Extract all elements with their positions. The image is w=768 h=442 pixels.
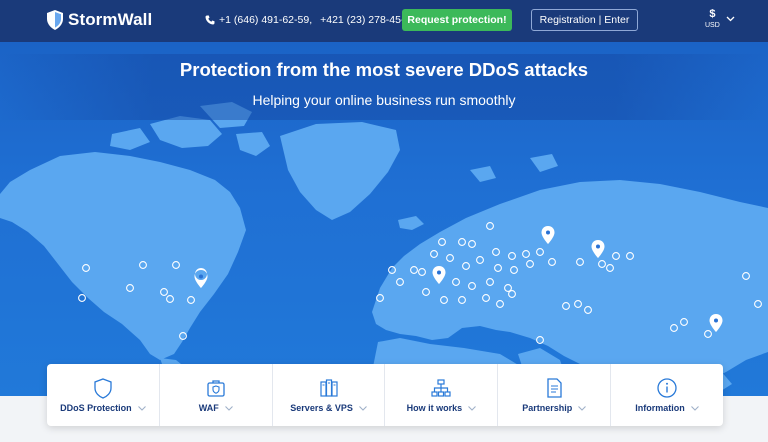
chevron-down-icon [358,405,367,411]
hero-subtitle: Helping your online business run smoothl… [252,92,516,108]
network-diagram-icon [431,379,451,397]
phone-numbers: +1 (646) 491-62-59, +421 (23) 278-45-63 [205,14,416,26]
shield-icon [94,378,112,399]
nav-row: How it works [407,403,477,413]
phone-icon [205,15,215,25]
nav-label: Servers & VPS [290,403,353,413]
nav-row: DDoS Protection [60,403,146,413]
chevron-down-icon [726,16,735,22]
nav-partnership[interactable]: Partnership [498,364,612,426]
nav-row: Information [635,403,699,413]
chevron-down-icon [690,405,699,411]
nav-row: Partnership [522,403,587,413]
firewall-icon [207,380,225,397]
nav-label: Information [635,403,685,413]
service-nav-panel: DDoS Protection WAF Servers & VPS How it… [47,364,723,426]
logo[interactable]: StormWall [46,9,152,31]
currency-code: USD [705,22,720,29]
chevron-down-icon [137,405,146,411]
nav-how-it-works[interactable]: How it works [385,364,499,426]
shield-icon [47,10,63,30]
nav-row: WAF [199,403,233,413]
currency-symbol: $ [709,8,716,20]
chevron-down-icon [224,405,233,411]
nav-label: How it works [406,403,463,413]
currency-display: $ USD [705,8,720,30]
currency-selector[interactable]: $ USD [705,9,735,29]
nav-ddos-protection[interactable]: DDoS Protection [47,364,160,426]
servers-icon [319,379,338,397]
nav-waf[interactable]: WAF [160,364,273,426]
nav-label: Partnership [522,403,573,413]
chevron-down-icon [468,405,477,411]
document-icon [547,378,562,398]
nav-label: DDoS Protection [60,403,132,413]
info-icon [657,378,677,398]
top-header: StormWall +1 (646) 491-62-59, +421 (23) … [0,0,768,42]
nav-label: WAF [198,403,219,413]
chevron-down-icon [578,405,587,411]
nav-servers-vps[interactable]: Servers & VPS [273,364,386,426]
nav-row: Servers & VPS [290,403,367,413]
nav-information[interactable]: Information [611,364,723,426]
hero-title: Protection from the most severe DDoS att… [179,59,589,80]
phone-number-us[interactable]: +1 (646) 491-62-59, [219,14,312,26]
hero-section: Protection from the most severe DDoS att… [0,42,768,396]
brand-name: StormWall [68,10,153,29]
request-protection-button[interactable]: Request protection! [402,9,512,31]
registration-enter-button[interactable]: Registration | Enter [531,9,638,31]
